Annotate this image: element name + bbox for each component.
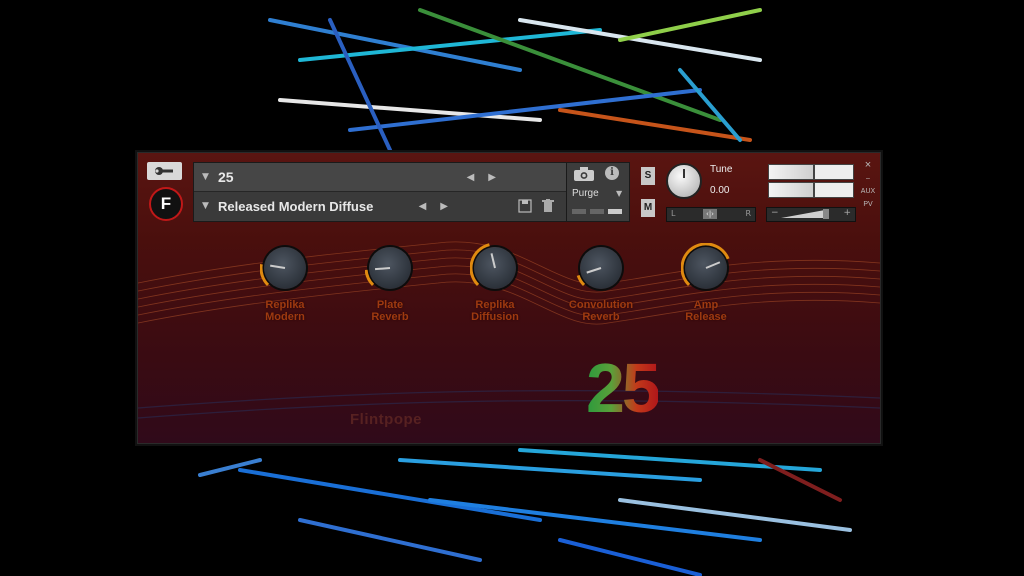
knob-label: Amp Release [685,299,727,323]
knob-label: Replika Modern [265,299,305,323]
brand-name: Flintpope [350,411,422,428]
amp-release-knob[interactable] [681,243,730,289]
knob-label: Replika Diffusion [471,299,519,323]
memory-meter [572,209,622,214]
info-icon[interactable]: i [605,166,619,180]
solo-button[interactable]: S [641,167,655,185]
wrench-icon [154,167,173,175]
knob-replika-modern: Replika Modern [245,247,325,323]
preset-name[interactable]: Released Modern Diffuse [218,199,373,214]
preset-nav: ◀ ▶ [419,201,448,212]
knob-label: Plate Reverb [371,299,409,323]
slot-number[interactable]: 25 [218,169,234,185]
pan-slider[interactable]: L ‹|› R [666,207,756,222]
pan-right-label: R [745,209,751,218]
replika-diffusion-knob[interactable] [470,243,516,289]
preset-dropdown-icon[interactable]: ▼ [202,201,212,211]
header-strip: F ▼ 25 ◀ ▶ ▼ Released Modern Diffuse ◀ ▶ [138,153,880,225]
knob-value-arc [470,243,490,287]
next-preset-arrow-icon[interactable]: ▶ [440,201,448,212]
knob-replika-diffusion: Replika Diffusion [455,243,535,323]
window-controls: × – AUX PV [860,159,876,211]
volume-handle[interactable] [823,209,829,219]
close-icon[interactable]: × [860,159,876,172]
prev-slot-arrow-icon[interactable]: ◀ [467,172,475,183]
preset-row: ▼ Released Modern Diffuse ◀ ▶ [194,192,566,220]
volume-plus-label: + [843,208,851,218]
purge-panel: i Purge ▼ [566,162,630,222]
tune-knob[interactable] [666,163,702,199]
pan-left-label: L [671,209,676,218]
volume-minus-label: − [771,208,779,218]
plate-reverb-knob[interactable] [365,247,411,289]
logo-f-icon: F [149,187,183,221]
knob-amp-release: Amp Release [666,243,746,323]
mute-button[interactable]: M [641,199,655,217]
wrench-button[interactable] [147,162,182,180]
slot-nav: ◀ ▶ [467,172,496,183]
knob-convolution-reverb: Convolution Reverb [561,247,641,323]
trash-icon[interactable] [542,199,554,213]
plugin-window: F ▼ 25 ◀ ▶ ▼ Released Modern Diffuse ◀ ▶ [137,152,881,444]
next-slot-arrow-icon[interactable]: ▶ [488,172,496,183]
big-number-logo: 25 [586,349,661,427]
tune-label: Tune [710,164,733,175]
tune-value[interactable]: 0.00 [710,185,729,196]
camera-icon[interactable] [573,167,595,181]
prev-preset-arrow-icon[interactable]: ◀ [419,201,427,212]
minimize-icon[interactable]: – [860,172,876,185]
pan-handle[interactable]: ‹|› [703,209,717,219]
knob-label: Convolution Reverb [568,299,634,323]
slot-row: ▼ 25 ◀ ▶ [194,163,566,192]
purge-caret-icon[interactable]: ▼ [616,189,622,198]
output-meter-right [768,182,854,198]
volume-slider[interactable]: − + [766,207,856,222]
slot-dropdown-icon[interactable]: ▼ [202,172,212,182]
knob-plate-reverb: Plate Reverb [350,247,430,323]
knob-value-arc [260,264,270,287]
save-icon[interactable] [518,199,532,213]
output-meter-left [768,164,854,180]
purge-dropdown[interactable]: Purge [572,188,599,199]
convolution-reverb-knob[interactable] [576,247,622,289]
aux-button[interactable]: AUX [860,185,876,198]
replika-modern-knob[interactable] [260,247,306,289]
instrument-header: ▼ 25 ◀ ▶ ▼ Released Modern Diffuse ◀ ▶ [193,162,567,222]
pv-button[interactable]: PV [860,198,876,211]
